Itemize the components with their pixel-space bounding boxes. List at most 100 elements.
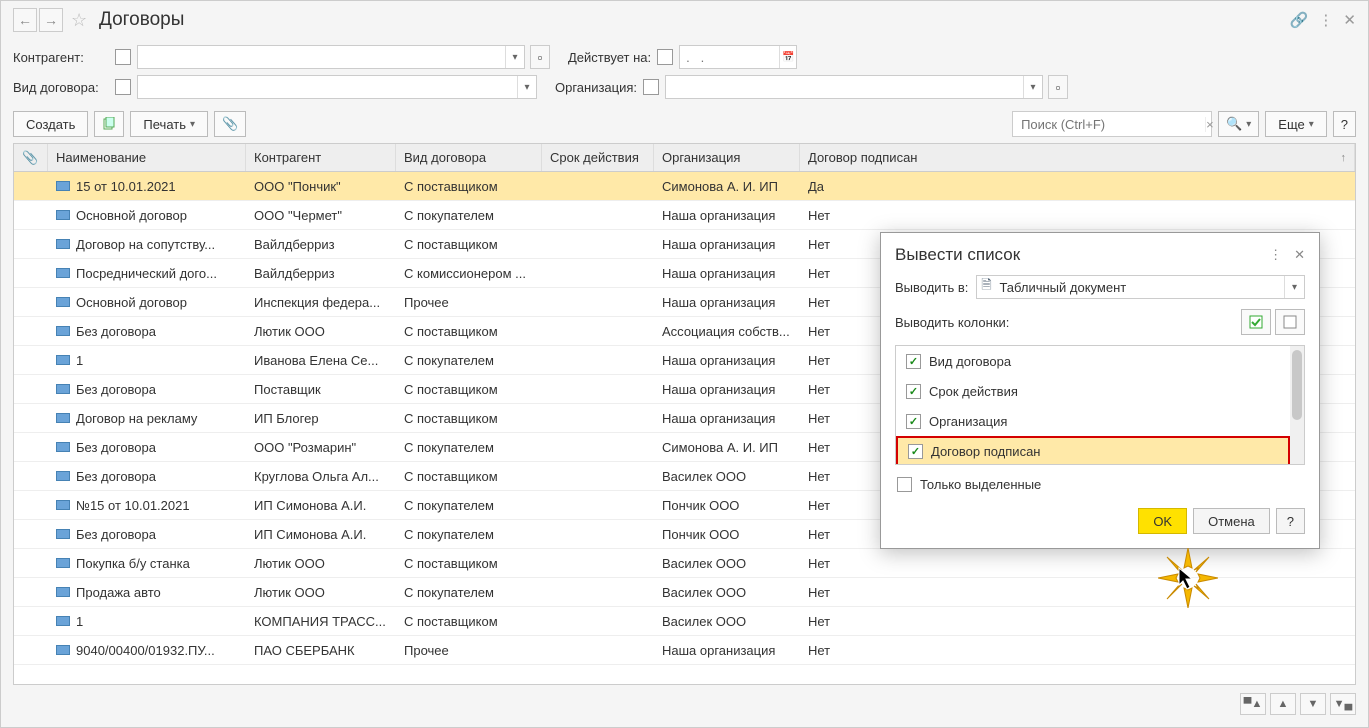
cell-type: С поставщиком — [396, 607, 542, 635]
cell-attach — [14, 259, 48, 287]
dialog-title: Вывести список — [895, 245, 1020, 265]
cell-org: Ассоциация собств... — [654, 317, 800, 345]
col-term[interactable]: Срок действия — [542, 144, 654, 171]
print-button[interactable]: Печать▾ — [130, 111, 208, 137]
kontragent-checkbox[interactable] — [115, 49, 131, 65]
output-format-select[interactable]: 🗎 Табличный документ ▾ — [976, 275, 1305, 299]
column-checkbox[interactable]: ✓ — [906, 414, 921, 429]
kontragent-open-button[interactable]: ▫ — [530, 45, 550, 69]
cell-attach — [14, 578, 48, 606]
close-icon[interactable]: ✕ — [1343, 11, 1356, 29]
cell-attach — [14, 346, 48, 374]
cell-attach — [14, 172, 48, 200]
col-signed[interactable]: Договор подписан ↑ — [800, 144, 1355, 171]
column-checkbox[interactable]: ✓ — [906, 354, 921, 369]
vid-input[interactable]: ▾ — [137, 75, 537, 99]
contract-icon — [56, 268, 70, 278]
clear-search-icon[interactable]: × — [1205, 117, 1214, 132]
col-attach[interactable]: 📎 — [14, 144, 48, 171]
col-kontragent[interactable]: Контрагент — [246, 144, 396, 171]
cell-org: Симонова А. И. ИП — [654, 172, 800, 200]
contract-icon — [56, 210, 70, 220]
col-type[interactable]: Вид договора — [396, 144, 542, 171]
nav-bottom-button[interactable]: ▼▄ — [1330, 693, 1356, 715]
chevron-down-icon[interactable]: ▾ — [1023, 76, 1042, 98]
table-row[interactable]: 1КОМПАНИЯ ТРАСС...С поставщикомВасилек О… — [14, 607, 1355, 636]
cell-org: Наша организация — [654, 288, 800, 316]
column-item[interactable]: ✓Срок действия — [896, 376, 1290, 406]
cell-attach — [14, 375, 48, 403]
org-input[interactable]: ▾ — [665, 75, 1043, 99]
cell-name: №15 от 10.01.2021 — [48, 491, 246, 519]
col-org[interactable]: Организация — [654, 144, 800, 171]
cell-term — [542, 346, 654, 374]
create-button[interactable]: Создать — [13, 111, 88, 137]
scrollbar-thumb[interactable] — [1292, 350, 1302, 420]
cell-term — [542, 607, 654, 635]
org-checkbox[interactable] — [643, 79, 659, 95]
favorite-star-icon[interactable]: ☆ — [71, 10, 91, 30]
table-row[interactable]: 15 от 10.01.2021ООО "Пончик"С поставщико… — [14, 172, 1355, 201]
ok-button[interactable]: OK — [1138, 508, 1187, 534]
cancel-button[interactable]: Отмена — [1193, 508, 1270, 534]
uncheck-all-button[interactable] — [1275, 309, 1305, 335]
sort-asc-icon: ↑ — [1341, 152, 1347, 164]
nav-back-button[interactable]: ← — [13, 8, 37, 32]
columns-list[interactable]: ✓Вид договора✓Срок действия✓Организация✓… — [895, 345, 1305, 465]
org-open-button[interactable]: ▫ — [1048, 75, 1068, 99]
contract-icon — [56, 529, 70, 539]
table-row[interactable]: Продажа автоЛютик ОООС покупателемВасиле… — [14, 578, 1355, 607]
contract-icon — [56, 181, 70, 191]
check-all-button[interactable] — [1241, 309, 1271, 335]
dialog-menu-icon[interactable]: ⋮ — [1269, 247, 1282, 263]
col-name[interactable]: Наименование — [48, 144, 246, 171]
cell-name: Без договора — [48, 520, 246, 548]
page-title: Договоры — [99, 9, 1290, 31]
dialog-scrollbar[interactable] — [1290, 346, 1304, 464]
copy-button[interactable] — [94, 111, 124, 137]
date-input[interactable]: 📅 — [679, 45, 797, 69]
magnifier-icon: 🔍 — [1226, 116, 1242, 132]
chevron-down-icon[interactable]: ▾ — [505, 46, 524, 68]
cell-kontragent: ИП Блогер — [246, 404, 396, 432]
column-checkbox[interactable]: ✓ — [906, 384, 921, 399]
dialog-help-button[interactable]: ? — [1276, 508, 1305, 534]
cell-signed: Нет — [800, 607, 1355, 635]
table-row[interactable]: Основной договорООО "Чермет"С покупателе… — [14, 201, 1355, 230]
kontragent-input[interactable]: ▾ — [137, 45, 525, 69]
table-row[interactable]: Покупка б/у станкаЛютик ОООС поставщиком… — [14, 549, 1355, 578]
column-item[interactable]: ✓Договор подписан — [896, 436, 1290, 465]
help-button[interactable]: ? — [1333, 111, 1356, 137]
search-input[interactable]: × — [1012, 111, 1212, 137]
nav-down-button[interactable]: ▼ — [1300, 693, 1326, 715]
cell-name: 9040/00400/01932.ПУ... — [48, 636, 246, 664]
search-dropdown-button[interactable]: 🔍▾ — [1218, 111, 1259, 137]
cell-type: С поставщиком — [396, 549, 542, 577]
export-list-dialog: Вывести список ⋮ ✕ Выводить в: 🗎 Табличн… — [880, 232, 1320, 549]
dialog-close-icon[interactable]: ✕ — [1294, 247, 1305, 263]
column-item[interactable]: ✓Вид договора — [896, 346, 1290, 376]
cell-term — [542, 636, 654, 664]
attach-button[interactable]: 📎 — [214, 111, 246, 137]
menu-dots-icon[interactable]: ⋮ — [1318, 11, 1333, 29]
chevron-down-icon[interactable]: ▾ — [517, 76, 536, 98]
nav-top-button[interactable]: ▀▲ — [1240, 693, 1266, 715]
link-icon[interactable]: 🔗 — [1290, 11, 1309, 29]
cell-org: Наша организация — [654, 201, 800, 229]
column-checkbox[interactable]: ✓ — [908, 444, 923, 459]
column-item[interactable]: ✓Организация — [896, 406, 1290, 436]
deistvuet-checkbox[interactable] — [657, 49, 673, 65]
nav-forward-button[interactable]: → — [39, 8, 63, 32]
nav-up-button[interactable]: ▲ — [1270, 693, 1296, 715]
cell-term — [542, 549, 654, 577]
more-button[interactable]: Еще▾ — [1265, 111, 1326, 137]
table-header: 📎 Наименование Контрагент Вид договора С… — [14, 144, 1355, 172]
table-row[interactable]: 9040/00400/01932.ПУ...ПАО СБЕРБАНКПрочее… — [14, 636, 1355, 665]
contract-icon — [56, 500, 70, 510]
cell-term — [542, 462, 654, 490]
cell-org: Василек ООО — [654, 549, 800, 577]
only-selected-checkbox[interactable] — [897, 477, 912, 492]
chevron-down-icon[interactable]: ▾ — [1284, 276, 1304, 298]
vid-checkbox[interactable] — [115, 79, 131, 95]
calendar-icon[interactable]: 📅 — [779, 46, 796, 68]
